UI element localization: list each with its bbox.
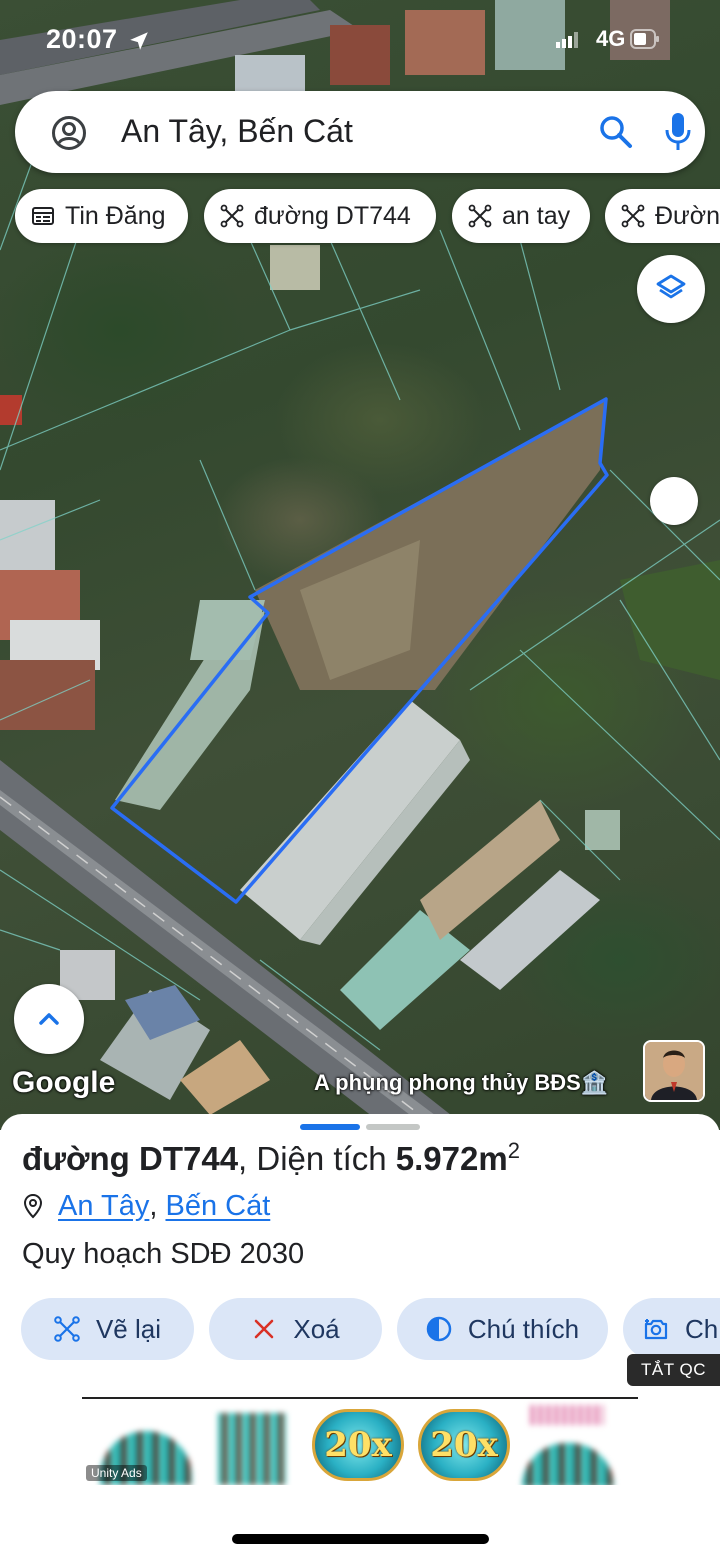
chevron-up-icon — [39, 1013, 59, 1025]
ad-brand: Unity Ads — [86, 1465, 147, 1481]
chip-label: Tin Đăng — [65, 201, 166, 230]
avatar[interactable] — [643, 1040, 705, 1102]
avatar-image — [645, 1042, 703, 1100]
title-separator: , Diện tích — [238, 1140, 396, 1177]
parcel-area: 5.972m — [395, 1140, 508, 1177]
sheet-handle[interactable] — [300, 1124, 360, 1130]
search-bar[interactable]: An Tây, Bến Cát — [15, 91, 705, 173]
delete-button[interactable]: Xoá — [209, 1298, 382, 1360]
floating-dot-button[interactable] — [650, 477, 698, 525]
chip-label: đường DT744 — [254, 201, 411, 230]
contrast-icon — [426, 1316, 452, 1342]
polygon-icon — [621, 204, 645, 228]
bottom-sheet: đường DT744, Diện tích 5.972m2 An Tây, B… — [0, 1114, 720, 1557]
ad-badge: 20x — [418, 1409, 510, 1481]
chip-duong[interactable]: Đườn — [605, 189, 720, 243]
ad-banner[interactable]: 20x 20x Unity Ads — [82, 1397, 638, 1485]
location-link-district[interactable]: Bến Cát — [165, 1190, 270, 1223]
legend-button[interactable]: Chú thích — [397, 1298, 608, 1360]
redraw-button[interactable]: Vẽ lại — [21, 1298, 194, 1360]
location-pin-icon — [23, 1193, 43, 1219]
account-icon[interactable] — [51, 115, 87, 151]
button-label: Chú thích — [467, 1313, 580, 1344]
sheet-handle-secondary[interactable] — [366, 1124, 420, 1130]
planning-label: Quy hoạch SDĐ 2030 — [22, 1238, 305, 1270]
layers-button[interactable] — [637, 255, 705, 323]
chip-label: Đườn — [655, 201, 720, 230]
parcel-title: đường DT744, Diện tích 5.972m2 — [22, 1138, 520, 1178]
layers-icon — [656, 274, 686, 299]
status-time: 20:07 — [46, 24, 118, 54]
polygon-icon — [468, 204, 492, 228]
capture-button[interactable]: Ch — [623, 1298, 720, 1360]
button-label: Ch — [685, 1313, 719, 1344]
location-link-ward[interactable]: An Tây — [58, 1190, 149, 1223]
map-attribution: A phụng phong thủy BĐS🏦 — [314, 1070, 609, 1095]
location-row: An Tây, Bến Cát — [22, 1188, 270, 1224]
home-indicator[interactable] — [232, 1534, 489, 1544]
listing-icon — [32, 207, 54, 225]
map-view[interactable]: 20:07 4G An Tây, Bến Cát Tin Đăng đường … — [0, 0, 720, 1130]
ad-badge: 20x — [312, 1409, 404, 1481]
network-type: 4G — [596, 26, 626, 51]
ad-close-button[interactable]: TẮT QC — [627, 1354, 720, 1386]
chip-label: an tay — [502, 201, 571, 230]
parcel-name: đường DT744 — [22, 1140, 239, 1177]
redraw-icon — [54, 1316, 80, 1342]
search-query[interactable]: An Tây, Bến Cát — [121, 113, 353, 150]
microphone-icon[interactable] — [665, 113, 691, 151]
expand-up-button[interactable] — [14, 984, 84, 1054]
button-label: Vẽ lại — [95, 1313, 162, 1344]
camera-icon — [644, 1319, 668, 1340]
chip-duong-dt744[interactable]: đường DT744 — [204, 189, 436, 243]
ad-blur-graphic — [218, 1413, 286, 1485]
status-bar: 20:07 4G — [0, 22, 720, 58]
location-separator: , — [149, 1189, 158, 1222]
polygon-icon — [220, 204, 244, 228]
ad-blur-graphic — [522, 1443, 614, 1485]
google-logo: Google — [12, 1066, 116, 1099]
chip-tin-dang[interactable]: Tin Đăng — [15, 189, 188, 243]
search-icon[interactable] — [599, 115, 633, 149]
location-arrow-icon — [130, 32, 148, 50]
battery-icon — [630, 29, 659, 49]
chip-an-tay[interactable]: an tay — [452, 189, 590, 243]
area-superscript: 2 — [507, 1138, 520, 1163]
button-label: Xoá — [293, 1313, 340, 1344]
signal-icon — [556, 32, 578, 48]
ad-blur-graphic — [530, 1405, 604, 1425]
close-icon — [255, 1319, 274, 1339]
